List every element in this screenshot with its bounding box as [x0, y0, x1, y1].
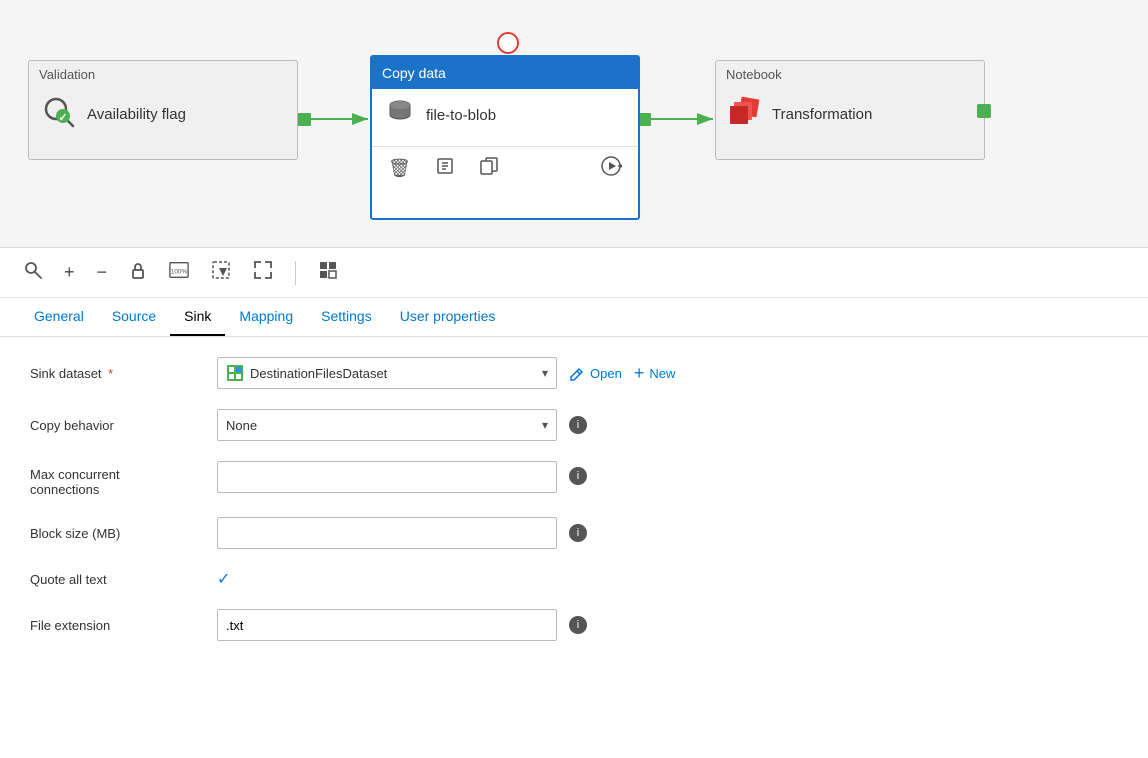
max-connections-input[interactable] — [217, 461, 557, 493]
validation-label: Availability flag — [87, 106, 186, 123]
copy-behavior-dropdown[interactable]: None ▾ — [217, 409, 557, 441]
copydata-label: file-to-blob — [426, 107, 496, 124]
svg-text:✓: ✓ — [58, 112, 67, 124]
edit-icon — [569, 365, 585, 381]
notebook-label: Transformation — [772, 106, 872, 123]
pipeline-canvas: Validation ✓ Availability flag Copy data — [0, 0, 1148, 248]
new-link[interactable]: + New — [634, 364, 676, 382]
sink-dataset-value: DestinationFilesDataset — [250, 366, 387, 381]
tab-sink[interactable]: Sink — [170, 298, 225, 336]
tab-settings[interactable]: Settings — [307, 298, 386, 336]
file-extension-info-icon[interactable]: i — [569, 616, 587, 634]
notebook-node[interactable]: Notebook Transformation — [715, 60, 985, 160]
copydata-body: file-to-blob — [372, 89, 638, 142]
run-circle[interactable] — [497, 32, 519, 54]
block-size-row: Block size (MB) i — [30, 517, 1118, 549]
validation-header: Validation — [29, 61, 297, 86]
copydata-actions: 🗑 — [372, 146, 638, 190]
notebook-icon — [728, 94, 762, 135]
notebook-output-connector — [977, 104, 991, 118]
copy-button[interactable] — [475, 154, 503, 183]
sink-dataset-row: Sink dataset * DestinationFilesDataset ▾… — [30, 357, 1118, 389]
expand-button[interactable] — [249, 258, 277, 287]
file-extension-row: File extension i — [30, 609, 1118, 641]
tab-general[interactable]: General — [20, 298, 98, 336]
new-label: New — [649, 366, 675, 381]
database-icon — [384, 97, 416, 134]
copy-behavior-label: Copy behavior — [30, 418, 205, 433]
copydata-header: Copy data — [372, 57, 638, 89]
sink-dataset-dropdown[interactable]: DestinationFilesDataset ▾ — [217, 357, 557, 389]
search-icon: ✓ — [41, 94, 77, 135]
quote-all-text-row: Quote all text ✓ — [30, 569, 1118, 589]
quote-all-text-label: Quote all text — [30, 572, 205, 587]
sink-dataset-label: Sink dataset * — [30, 366, 205, 381]
block-size-info-icon[interactable]: i — [569, 524, 587, 542]
grid-button[interactable] — [314, 258, 342, 287]
open-link[interactable]: Open — [569, 365, 622, 381]
zoom-in-button[interactable]: + — [60, 260, 79, 285]
max-connections-label: Max concurrentconnections — [30, 461, 205, 497]
notebook-body: Transformation — [716, 86, 984, 143]
canvas-toolbar: + − 100% — [0, 248, 1148, 298]
properties-button[interactable] — [431, 154, 459, 183]
copy-behavior-value: None — [226, 418, 257, 433]
notebook-header: Notebook — [716, 61, 984, 86]
validation-node[interactable]: Validation ✓ Availability flag — [28, 60, 298, 160]
copydata-node[interactable]: Copy data file-to-blob 🗑 — [370, 55, 640, 220]
tab-user-properties[interactable]: User properties — [386, 298, 510, 336]
sink-form: Sink dataset * DestinationFilesDataset ▾… — [0, 337, 1148, 753]
file-extension-input[interactable] — [217, 609, 557, 641]
copy-behavior-arrow-icon: ▾ — [542, 418, 548, 432]
property-tabs: General Source Sink Mapping Settings Use… — [0, 298, 1148, 337]
block-size-label: Block size (MB) — [30, 526, 205, 541]
fit-view-button[interactable]: 100% — [165, 259, 193, 286]
toolbar-divider — [295, 261, 296, 285]
delete-button[interactable]: 🗑 — [384, 156, 415, 181]
run-button[interactable] — [596, 153, 626, 184]
select-button[interactable] — [207, 258, 235, 287]
dropdown-arrow-icon: ▾ — [542, 366, 548, 380]
max-connections-info-icon[interactable]: i — [569, 467, 587, 485]
file-extension-label: File extension — [30, 618, 205, 633]
block-size-input[interactable] — [217, 517, 557, 549]
copy-behavior-row: Copy behavior None ▾ i — [30, 409, 1118, 441]
validation-body: ✓ Availability flag — [29, 86, 297, 143]
max-connections-row: Max concurrentconnections i — [30, 461, 1118, 497]
tab-source[interactable]: Source — [98, 298, 170, 336]
open-label: Open — [590, 366, 622, 381]
plus-icon: + — [634, 364, 645, 382]
copy-behavior-info-icon[interactable]: i — [569, 416, 587, 434]
svg-text:100%: 100% — [171, 269, 188, 276]
quote-all-text-check[interactable]: ✓ — [217, 569, 230, 589]
zoom-out-button[interactable]: − — [93, 260, 112, 285]
lock-button[interactable] — [125, 259, 151, 286]
dataset-icon — [226, 364, 244, 382]
tab-mapping[interactable]: Mapping — [225, 298, 307, 336]
search-toolbar-button[interactable] — [20, 259, 46, 286]
